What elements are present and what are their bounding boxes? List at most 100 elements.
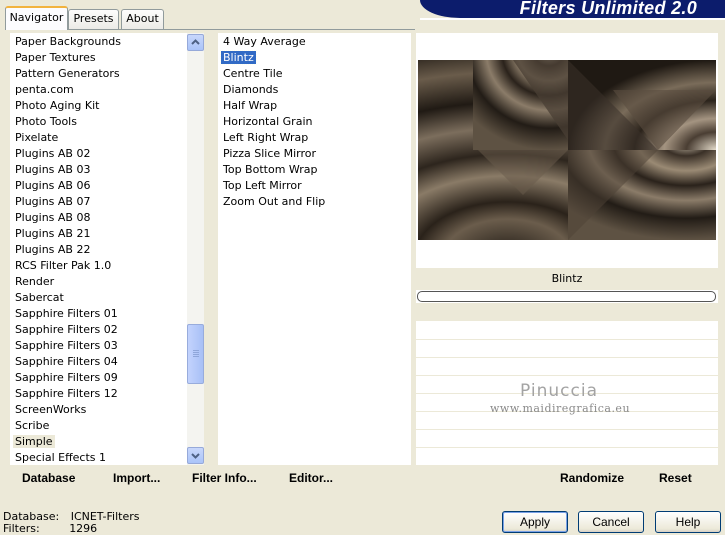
list-item-label: Photo Tools <box>15 115 77 128</box>
logo-banner: Filters Unlimited 2.0 <box>420 0 725 18</box>
list-item[interactable]: Sabercat <box>13 290 66 306</box>
list-item[interactable]: Sapphire Filters 04 <box>13 354 120 370</box>
list-item[interactable]: Photo Tools <box>13 114 79 130</box>
list-item[interactable]: Plugins AB 22 <box>13 242 92 258</box>
list-item-label: Plugins AB 06 <box>15 179 91 192</box>
list-item[interactable]: Diamonds <box>221 82 280 98</box>
tab-presets[interactable]: Presets <box>68 9 119 29</box>
list-item[interactable]: Simple <box>13 434 55 450</box>
list-item-label: Sapphire Filters 04 <box>15 355 118 368</box>
list-item[interactable]: Plugins AB 21 <box>13 226 92 242</box>
status-filters: Filters: 1296 <box>3 522 97 535</box>
list-item-label: Pattern Generators <box>15 67 120 80</box>
list-item[interactable]: Plugins AB 07 <box>13 194 92 210</box>
list-item-label: Left Right Wrap <box>223 131 309 144</box>
tab-about[interactable]: About <box>121 9 164 29</box>
database-button[interactable]: Database <box>22 471 75 485</box>
right-toolbar: Randomize Reset <box>416 467 718 493</box>
parameter-row-divider <box>416 357 718 358</box>
list-item-label: Scribe <box>15 419 50 432</box>
scroll-thumb[interactable] <box>187 324 204 384</box>
arrow-up-icon <box>191 39 200 45</box>
list-item-label: Photo Aging Kit <box>15 99 100 112</box>
parameter-slider[interactable] <box>417 291 716 302</box>
list-item[interactable]: RCS Filter Pak 1.0 <box>13 258 113 274</box>
parameter-row-divider <box>416 429 718 430</box>
list-item[interactable]: Sapphire Filters 09 <box>13 370 120 386</box>
list-item[interactable]: Zoom Out and Flip <box>221 194 327 210</box>
list-item-label: Plugins AB 21 <box>15 227 91 240</box>
logo-underline <box>420 18 725 20</box>
list-item[interactable]: Sapphire Filters 03 <box>13 338 120 354</box>
list-item-label: RCS Filter Pak 1.0 <box>15 259 112 272</box>
list-item-label: Plugins AB 22 <box>15 243 91 256</box>
filter-info-button[interactable]: Filter Info... <box>192 471 257 485</box>
list-item-label: ScreenWorks <box>15 403 87 416</box>
list-item[interactable]: Photo Aging Kit <box>13 98 101 114</box>
preview-image <box>418 60 716 240</box>
list-item-label: Half Wrap <box>223 99 278 112</box>
parameter-row-divider <box>416 339 718 340</box>
list-item[interactable]: Centre Tile <box>221 66 285 82</box>
list-item[interactable]: Plugins AB 06 <box>13 178 92 194</box>
list-item-label: Pizza Slice Mirror <box>223 147 317 160</box>
list-item-label: Diamonds <box>223 83 279 96</box>
list-item-label: Paper Backgrounds <box>15 35 122 48</box>
list-item-label: Sapphire Filters 09 <box>15 371 118 384</box>
list-item[interactable]: Sapphire Filters 01 <box>13 306 120 322</box>
list-item-label: Sapphire Filters 02 <box>15 323 118 336</box>
scroll-up-button[interactable] <box>187 34 204 51</box>
list-item-label: Centre Tile <box>223 67 283 80</box>
list-item-label: penta.com <box>15 83 74 96</box>
list-item[interactable]: Paper Backgrounds <box>13 34 123 50</box>
list-item[interactable]: Horizontal Grain <box>221 114 314 130</box>
watermark-url: www.maidiregrafica.eu <box>490 402 631 415</box>
scroll-down-button[interactable] <box>187 447 204 464</box>
list-item[interactable]: Left Right Wrap <box>221 130 310 146</box>
list-item[interactable]: Scribe <box>13 418 51 434</box>
editor-button[interactable]: Editor... <box>289 471 333 485</box>
arrow-down-icon <box>191 453 200 459</box>
list-item-label: Plugins AB 07 <box>15 195 91 208</box>
list-item[interactable]: ScreenWorks <box>13 402 88 418</box>
list-item[interactable]: Top Left Mirror <box>221 178 304 194</box>
list-item[interactable]: Render <box>13 274 56 290</box>
list-item[interactable]: Sapphire Filters 12 <box>13 386 120 402</box>
category-list[interactable]: Paper Backgrounds Paper Textures Pattern G… <box>10 33 187 465</box>
list-item-label: Blintz <box>220 50 257 65</box>
list-item[interactable]: Pattern Generators <box>13 66 122 82</box>
randomize-button[interactable]: Randomize <box>560 471 624 485</box>
list-item-label: 4 Way Average <box>223 35 306 48</box>
list-item[interactable]: Plugins AB 08 <box>13 210 92 226</box>
parameter-band <box>416 303 718 321</box>
import-button[interactable]: Import... <box>113 471 160 485</box>
status-filters-label: Filters: <box>3 522 40 535</box>
status-filters-value: 1296 <box>69 522 98 535</box>
list-item[interactable]: Blintz <box>220 50 257 66</box>
list-item-label: Sapphire Filters 01 <box>15 307 118 320</box>
reset-button[interactable]: Reset <box>659 471 692 485</box>
list-item[interactable]: Pizza Slice Mirror <box>221 146 318 162</box>
tab-navigator[interactable]: Navigator <box>5 6 68 30</box>
category-scrollbar[interactable] <box>187 33 204 465</box>
list-item-label: Zoom Out and Flip <box>223 195 326 208</box>
list-item-label: Plugins AB 02 <box>15 147 91 160</box>
list-item[interactable]: Sapphire Filters 02 <box>13 322 120 338</box>
filter-list[interactable]: 4 Way Average Blintz Centre Tile Diamonds Ha… <box>218 33 411 465</box>
list-item-label: Top Bottom Wrap <box>223 163 318 176</box>
list-item[interactable]: penta.com <box>13 82 76 98</box>
list-item[interactable]: Paper Textures <box>13 50 98 66</box>
list-item[interactable]: Special Effects 1 <box>13 450 108 465</box>
list-item[interactable]: Plugins AB 02 <box>13 146 92 162</box>
list-item[interactable]: Top Bottom Wrap <box>221 162 320 178</box>
list-item-label: Paper Textures <box>15 51 96 64</box>
watermark-name: Pinuccia <box>520 381 598 401</box>
left-toolbar: Database Import... Filter Info... Editor… <box>7 467 411 493</box>
list-item-label: Sapphire Filters 12 <box>15 387 118 400</box>
list-item[interactable]: 4 Way Average <box>221 34 308 50</box>
list-item[interactable]: Plugins AB 03 <box>13 162 92 178</box>
list-item[interactable]: Half Wrap <box>221 98 279 114</box>
list-item[interactable]: Pixelate <box>13 130 60 146</box>
list-item-label: Plugins AB 03 <box>15 163 91 176</box>
list-item-label: Horizontal Grain <box>223 115 313 128</box>
